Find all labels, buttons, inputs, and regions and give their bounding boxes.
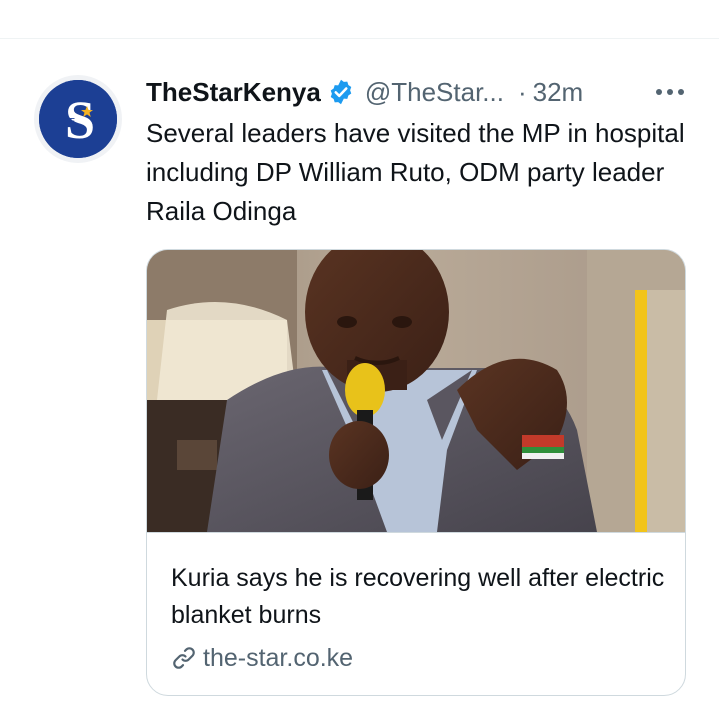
avatar-small-text: THE (59, 117, 76, 126)
tweet-text: Several leaders have visited the MP in h… (146, 118, 685, 226)
the-star-logo-icon: S THE (39, 80, 117, 158)
top-divider (0, 38, 719, 39)
display-name[interactable]: TheStarKenya (146, 77, 321, 108)
handle[interactable]: @TheStar... (365, 77, 504, 108)
more-icon (656, 89, 684, 95)
tweet-header: TheStarKenya @TheStar... · 32m (146, 72, 696, 112)
card-domain: the-star.co.ke (203, 643, 354, 672)
tweet-view: S THE TheStarKenya @TheStar... · 32m Sev… (0, 0, 719, 707)
separator-dot: · (517, 76, 527, 107)
link-card[interactable]: Kuria says he is recovering well after e… (146, 249, 686, 696)
card-image[interactable] (147, 250, 686, 532)
verified-badge-icon (327, 78, 355, 106)
card-divider (147, 532, 685, 533)
timestamp[interactable]: 32m (533, 77, 584, 108)
card-domain-link[interactable]: the-star.co.ke (171, 642, 353, 674)
link-icon (171, 645, 197, 671)
avatar[interactable]: S THE (34, 75, 122, 163)
more-options-button[interactable] (650, 72, 690, 112)
card-title[interactable]: Kuria says he is recovering well after e… (171, 560, 671, 634)
